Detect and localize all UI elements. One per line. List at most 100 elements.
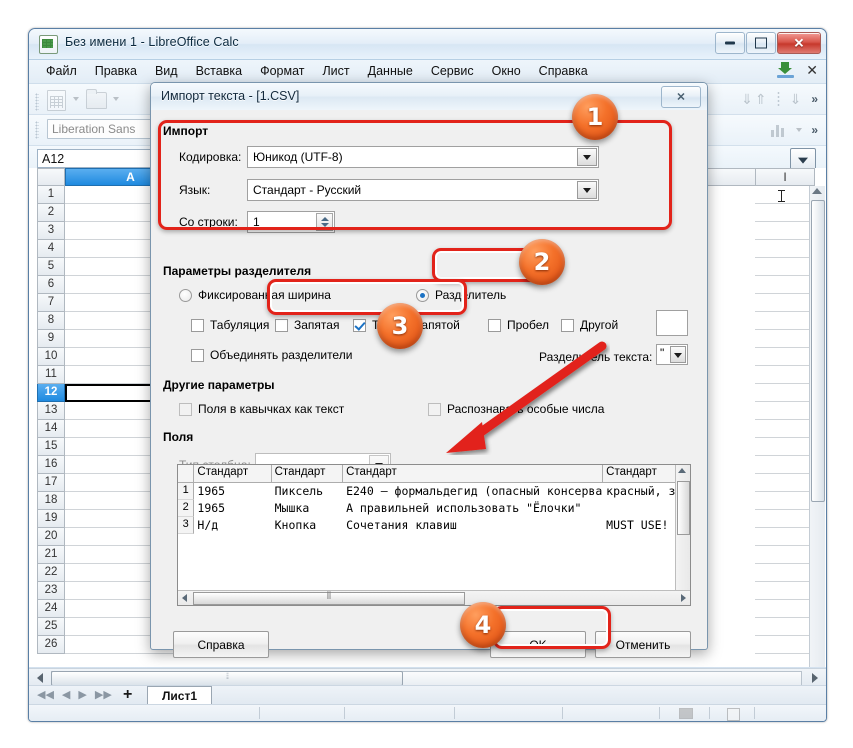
row-header-14[interactable]: 14 xyxy=(37,420,65,438)
scroll-right-icon[interactable] xyxy=(812,673,818,683)
close-window-button[interactable]: ✕ xyxy=(777,32,821,54)
cell-I8[interactable] xyxy=(755,312,815,330)
row-header-24[interactable]: 24 xyxy=(37,600,65,618)
menu-view[interactable]: Вид xyxy=(146,63,187,79)
detect-special-numbers-checkbox[interactable] xyxy=(428,402,441,416)
row-header-26[interactable]: 26 xyxy=(37,636,65,654)
cell-I10[interactable] xyxy=(755,348,815,366)
charset-combobox[interactable]: Юникод (UTF-8) xyxy=(247,146,599,168)
toolbar-overflow-icon[interactable]: » xyxy=(811,92,818,106)
preview-vscroll-thumb[interactable] xyxy=(677,481,690,535)
row-header-11[interactable]: 11 xyxy=(37,366,65,384)
quoted-as-text-row[interactable]: Поля в кавычках как текст xyxy=(179,402,344,416)
tab-checkbox[interactable] xyxy=(191,318,204,332)
scroll-up-icon[interactable] xyxy=(678,468,686,473)
cell-I25[interactable] xyxy=(755,618,815,636)
other-checkbox-row[interactable]: Другой xyxy=(561,318,618,332)
cell-I22[interactable] xyxy=(755,564,815,582)
other-separator-input[interactable] xyxy=(656,310,688,336)
row-header-7[interactable]: 7 xyxy=(37,294,65,312)
cell-I21[interactable] xyxy=(755,546,815,564)
chart-dropdown-icon[interactable] xyxy=(796,128,803,132)
row-header-20[interactable]: 20 xyxy=(37,528,65,546)
menu-file[interactable]: Файл xyxy=(37,63,86,79)
cell-I23[interactable] xyxy=(755,582,815,600)
data-preview-table[interactable]: Стандарт Стандарт Стандарт Стандарт 1 19… xyxy=(177,464,691,606)
cancel-button[interactable]: Отменить xyxy=(595,631,691,658)
comma-checkbox[interactable] xyxy=(275,318,288,332)
preview-hscroll-thumb[interactable] xyxy=(193,592,465,605)
cell-I18[interactable] xyxy=(755,492,815,510)
row-header-8[interactable]: 8 xyxy=(37,312,65,330)
space-checkbox[interactable] xyxy=(488,318,501,332)
cell-I17[interactable] xyxy=(755,474,815,492)
separated-by-radio-row[interactable]: Разделитель xyxy=(416,288,506,302)
row-header-19[interactable]: 19 xyxy=(37,510,65,528)
chevron-down-icon[interactable] xyxy=(577,181,597,199)
row-header-23[interactable]: 23 xyxy=(37,582,65,600)
cell-I9[interactable] xyxy=(755,330,815,348)
cell-I16[interactable] xyxy=(755,456,815,474)
row-header-3[interactable]: 3 xyxy=(37,222,65,240)
cell-I15[interactable] xyxy=(755,438,815,456)
cell-I12[interactable] xyxy=(755,384,815,402)
new-document-dropdown-icon[interactable] xyxy=(73,97,79,101)
menu-edit[interactable]: Правка xyxy=(86,63,146,79)
horizontal-scrollbar-thumb[interactable] xyxy=(51,671,403,686)
cell-I5[interactable] xyxy=(755,258,815,276)
cell-I26[interactable] xyxy=(755,636,815,654)
space-checkbox-row[interactable]: Пробел xyxy=(488,318,549,332)
tab-checkbox-row[interactable]: Табуляция xyxy=(191,318,269,332)
scroll-right-icon[interactable] xyxy=(681,594,686,602)
cell-I6[interactable] xyxy=(755,276,815,294)
row-header-2[interactable]: 2 xyxy=(37,204,65,222)
quoted-as-text-checkbox[interactable] xyxy=(179,402,192,416)
toolbar-grip[interactable] xyxy=(35,93,39,111)
cell-I4[interactable] xyxy=(755,240,815,258)
row-header-17[interactable]: 17 xyxy=(37,474,65,492)
row-header-1[interactable]: 1 xyxy=(37,186,65,204)
formatting-toolbar-grip[interactable] xyxy=(35,121,39,139)
language-combobox[interactable]: Стандарт - Русский xyxy=(247,179,599,201)
select-all-corner[interactable] xyxy=(37,168,65,186)
comma-checkbox-row[interactable]: Запятая xyxy=(275,318,339,332)
minimize-button[interactable] xyxy=(715,32,745,54)
preview-column-header-2[interactable]: Стандарт xyxy=(271,465,344,482)
spinner-arrows-icon[interactable] xyxy=(316,213,333,231)
insert-chart-icon[interactable] xyxy=(771,123,787,137)
row-header-15[interactable]: 15 xyxy=(37,438,65,456)
chevron-down-icon[interactable] xyxy=(670,346,686,363)
row-header-16[interactable]: 16 xyxy=(37,456,65,474)
sort-descending-icon[interactable]: ⇓ xyxy=(790,91,802,108)
row-header-5[interactable]: 5 xyxy=(37,258,65,276)
merge-delimiters-checkbox[interactable] xyxy=(191,348,204,362)
close-document-icon[interactable]: ✕ xyxy=(806,63,818,77)
row-header-10[interactable]: 10 xyxy=(37,348,65,366)
new-document-icon[interactable] xyxy=(44,88,68,111)
from-row-spinner[interactable]: 1 xyxy=(247,211,335,233)
merge-delimiters-row[interactable]: Объединять разделители xyxy=(191,348,352,362)
row-header-18[interactable]: 18 xyxy=(37,492,65,510)
column-header-i[interactable]: I xyxy=(755,168,815,186)
text-delimiter-combobox[interactable]: " xyxy=(656,344,688,365)
formatting-overflow-icon[interactable]: » xyxy=(811,123,818,137)
semicolon-checkbox[interactable] xyxy=(353,318,366,332)
scroll-left-icon[interactable] xyxy=(37,673,43,683)
menu-help[interactable]: Справка xyxy=(530,63,597,79)
separated-by-radio[interactable] xyxy=(416,288,429,302)
row-header-21[interactable]: 21 xyxy=(37,546,65,564)
detect-special-numbers-row[interactable]: Распознавать особые числа xyxy=(428,402,604,416)
document-modified-icon[interactable] xyxy=(727,708,740,721)
chevron-down-icon[interactable] xyxy=(577,148,597,166)
scroll-up-icon[interactable] xyxy=(812,188,822,194)
selection-mode-icon[interactable] xyxy=(679,708,693,719)
maximize-button[interactable] xyxy=(746,32,776,54)
download-update-icon[interactable] xyxy=(777,62,795,78)
open-document-icon[interactable] xyxy=(84,88,108,110)
menu-tools[interactable]: Сервис xyxy=(422,63,483,79)
font-name-input[interactable]: Liberation Sans xyxy=(47,119,167,139)
scroll-left-icon[interactable] xyxy=(182,594,187,602)
cell-I13[interactable] xyxy=(755,402,815,420)
preview-horizontal-scrollbar[interactable] xyxy=(178,590,690,605)
add-sheet-button[interactable]: + xyxy=(123,687,132,703)
